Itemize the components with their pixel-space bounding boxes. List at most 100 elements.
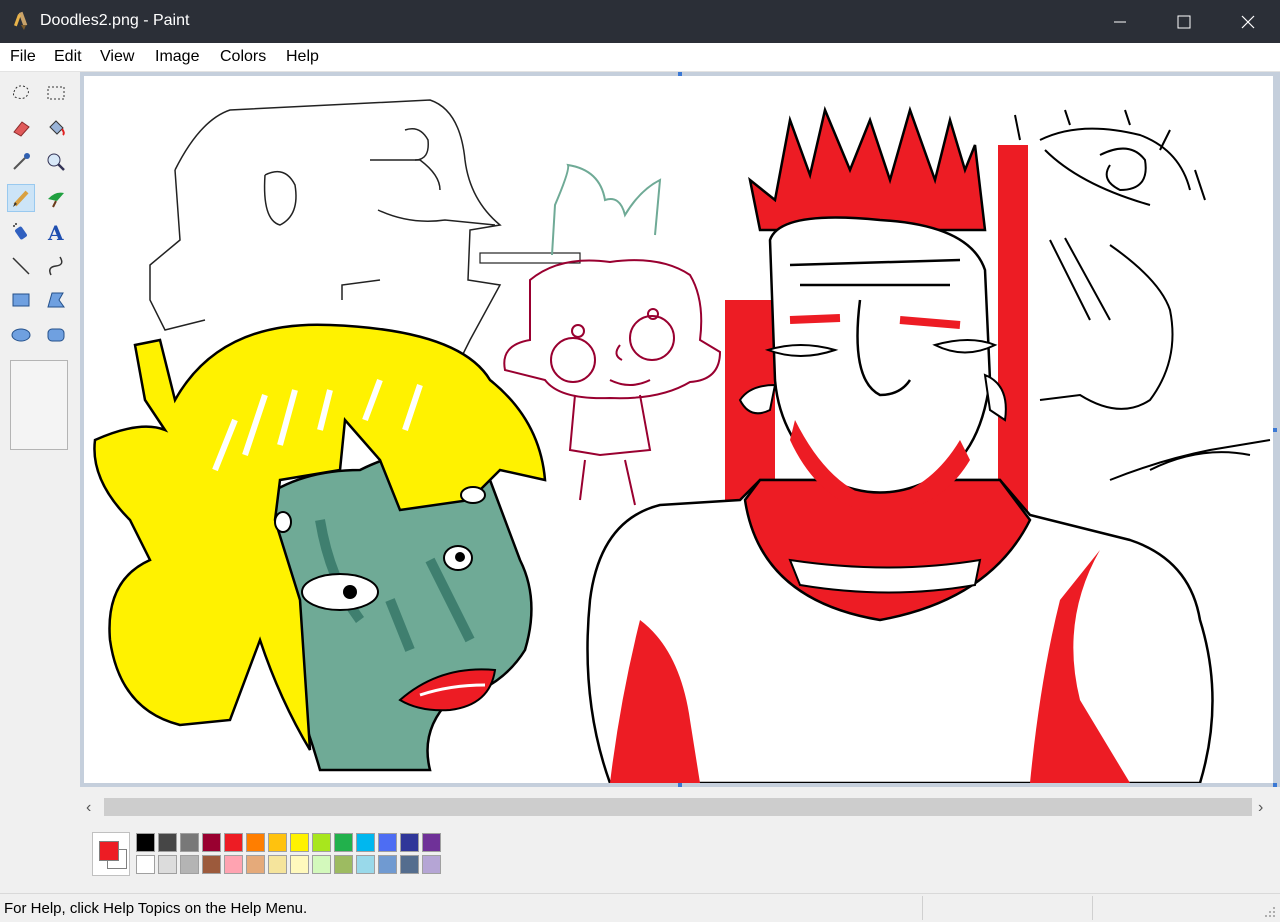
curve-icon bbox=[49, 256, 63, 276]
palette-swatch[interactable] bbox=[378, 833, 397, 852]
tool-ellipse[interactable] bbox=[7, 321, 35, 349]
window-title: Doodles2.png - Paint bbox=[40, 12, 190, 29]
palette-swatch[interactable] bbox=[224, 833, 243, 852]
sketch-teal-hair bbox=[551, 163, 662, 256]
menu-help[interactable]: Help bbox=[286, 48, 319, 66]
tool-text[interactable]: A bbox=[42, 218, 70, 246]
scroll-right-icon[interactable]: › bbox=[1258, 799, 1263, 817]
menu-file[interactable]: File bbox=[10, 48, 36, 66]
palette-swatch[interactable] bbox=[356, 855, 375, 874]
palette-swatch[interactable] bbox=[422, 855, 441, 874]
tool-curve[interactable] bbox=[42, 252, 70, 280]
doodle-artwork bbox=[93, 99, 1271, 783]
close-icon bbox=[1241, 15, 1255, 28]
drawing-red-haired-man bbox=[586, 105, 1214, 783]
color-palette bbox=[92, 832, 442, 876]
rectangle-select-icon bbox=[47, 86, 65, 100]
horizontal-scrollbar[interactable]: ‹ › bbox=[80, 793, 1276, 821]
palette-swatch[interactable] bbox=[268, 855, 287, 874]
tool-rounded-rectangle[interactable] bbox=[42, 321, 70, 349]
svg-text:A: A bbox=[47, 221, 64, 243]
resize-handle-corner[interactable] bbox=[1273, 783, 1277, 787]
status-divider bbox=[1092, 896, 1093, 920]
resize-grip-icon[interactable] bbox=[1262, 904, 1276, 918]
tool-polygon[interactable] bbox=[42, 286, 70, 314]
tool-magnifier[interactable] bbox=[42, 148, 70, 176]
tool-rectangle-select[interactable] bbox=[42, 79, 70, 107]
palette-swatch[interactable] bbox=[158, 833, 177, 852]
palette-swatch[interactable] bbox=[290, 855, 309, 874]
palette-swatch[interactable] bbox=[202, 833, 221, 852]
tool-eraser[interactable] bbox=[7, 114, 35, 142]
minimize-icon bbox=[1114, 21, 1126, 22]
maximize-icon bbox=[1177, 15, 1191, 28]
palette-swatch[interactable] bbox=[202, 855, 221, 874]
resize-handle-right[interactable] bbox=[1273, 428, 1277, 432]
status-bar: For Help, click Help Topics on the Help … bbox=[0, 893, 1280, 922]
eraser-icon bbox=[13, 121, 30, 137]
text-icon: A bbox=[47, 221, 64, 243]
close-button[interactable] bbox=[1216, 0, 1280, 43]
toolbox: A bbox=[0, 72, 80, 452]
minimize-button[interactable] bbox=[1088, 0, 1152, 43]
palette-swatch[interactable] bbox=[312, 855, 331, 874]
scroll-left-icon[interactable]: ‹ bbox=[86, 799, 91, 817]
paint-app-icon bbox=[14, 11, 28, 30]
menu-colors[interactable]: Colors bbox=[220, 48, 266, 66]
palette-swatch[interactable] bbox=[136, 855, 155, 874]
menu-bar: File Edit View Image Colors Help bbox=[0, 43, 1280, 72]
palette-swatch[interactable] bbox=[334, 855, 353, 874]
palette-swatch[interactable] bbox=[268, 833, 287, 852]
menu-edit[interactable]: Edit bbox=[54, 48, 82, 66]
color-picker-icon bbox=[13, 153, 30, 170]
tool-options-box[interactable] bbox=[10, 360, 68, 450]
palette-swatch[interactable] bbox=[224, 855, 243, 874]
tool-free-form-select[interactable] bbox=[7, 79, 35, 107]
tool-airbrush[interactable] bbox=[7, 218, 35, 246]
palette-swatch[interactable] bbox=[158, 855, 177, 874]
polygon-icon bbox=[47, 292, 65, 308]
tool-brush[interactable] bbox=[42, 184, 70, 212]
palette-swatch[interactable] bbox=[378, 855, 397, 874]
drawing-blonde-woman bbox=[93, 323, 547, 772]
menu-view[interactable]: View bbox=[100, 48, 134, 66]
palette-swatch[interactable] bbox=[356, 833, 375, 852]
tool-color-picker[interactable] bbox=[7, 148, 35, 176]
tool-rectangle[interactable] bbox=[7, 286, 35, 314]
palette-swatch[interactable] bbox=[180, 833, 199, 852]
menu-image[interactable]: Image bbox=[155, 48, 199, 66]
palette-swatch[interactable] bbox=[246, 833, 265, 852]
status-text: For Help, click Help Topics on the Help … bbox=[4, 900, 308, 917]
palette-swatch[interactable] bbox=[312, 833, 331, 852]
magnifier-icon bbox=[47, 153, 65, 171]
palette-swatch[interactable] bbox=[334, 833, 353, 852]
tool-fill-bucket[interactable] bbox=[42, 114, 70, 142]
palette-swatch[interactable] bbox=[400, 855, 419, 874]
resize-handle-top[interactable] bbox=[678, 72, 682, 76]
pencil-icon bbox=[13, 190, 29, 207]
drawing-canvas[interactable] bbox=[84, 76, 1273, 783]
status-divider bbox=[922, 896, 923, 920]
scroll-thumb[interactable] bbox=[104, 798, 1252, 816]
palette-swatch[interactable] bbox=[422, 833, 441, 852]
ellipse-icon bbox=[11, 328, 31, 342]
palette-swatch[interactable] bbox=[246, 855, 265, 874]
resize-handle-bottom[interactable] bbox=[678, 783, 682, 787]
palette-swatch[interactable] bbox=[290, 833, 309, 852]
palette-swatch[interactable] bbox=[136, 833, 155, 852]
rounded-rectangle-icon bbox=[47, 328, 65, 342]
sketch-right-side bbox=[1014, 109, 1271, 481]
palette-swatch[interactable] bbox=[400, 833, 419, 852]
line-icon bbox=[12, 257, 30, 275]
free-form-select-icon bbox=[13, 85, 29, 99]
current-colors-box[interactable] bbox=[92, 832, 130, 876]
fill-bucket-icon bbox=[49, 120, 65, 136]
tool-pencil[interactable] bbox=[7, 184, 35, 212]
airbrush-icon bbox=[13, 223, 27, 240]
tool-line[interactable] bbox=[7, 252, 35, 280]
maximize-button[interactable] bbox=[1152, 0, 1216, 43]
rectangle-icon bbox=[12, 293, 30, 307]
title-bar: Doodles2.png - Paint bbox=[0, 0, 1280, 43]
foreground-color-swatch[interactable] bbox=[99, 841, 119, 861]
palette-swatch[interactable] bbox=[180, 855, 199, 874]
